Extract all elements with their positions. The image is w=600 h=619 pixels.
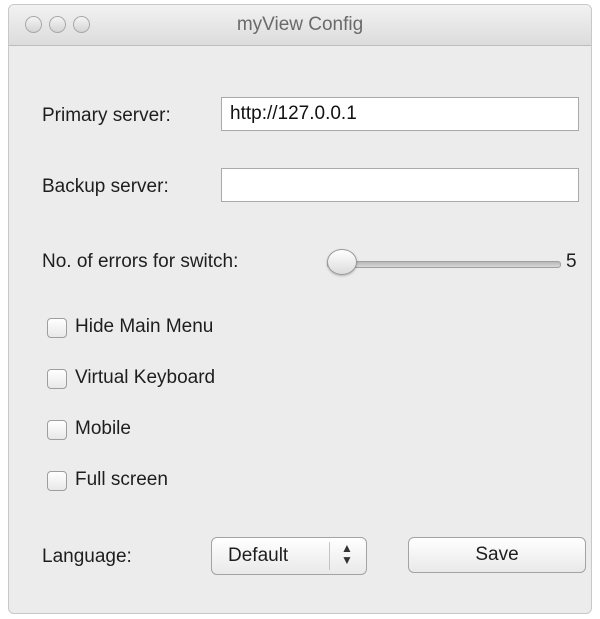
save-button[interactable]: Save [408,537,586,573]
primary-server-label: Primary server: [42,105,171,126]
mobile-label[interactable]: Mobile [75,418,131,440]
errors-slider-knob[interactable] [327,249,357,275]
config-window: myView Config Primary server: Backup ser… [8,4,592,614]
full-screen-label[interactable]: Full screen [75,469,168,491]
full-screen-checkbox[interactable] [47,471,67,491]
window-title: myView Config [236,14,364,35]
backup-server-label: Backup server: [42,176,169,197]
backup-server-input[interactable] [221,168,579,202]
language-label: Language: [42,546,132,567]
errors-slider-track[interactable] [327,261,561,268]
virtual-keyboard-label[interactable]: Virtual Keyboard [75,367,215,389]
language-selected-value: Default [228,545,289,566]
language-select-divider [329,542,330,570]
virtual-keyboard-checkbox[interactable] [47,369,67,389]
mobile-checkbox[interactable] [47,420,67,440]
errors-slider-value: 5 [566,251,577,272]
language-select[interactable]: Default ▲ ▼ [211,537,367,575]
title-bar[interactable]: myView Config [9,5,591,46]
up-down-arrows-icon: ▲ ▼ [341,541,353,567]
hide-main-menu-label[interactable]: Hide Main Menu [75,316,213,338]
errors-for-switch-label: No. of errors for switch: [42,251,239,272]
hide-main-menu-checkbox[interactable] [47,318,67,338]
primary-server-input[interactable] [221,97,579,131]
